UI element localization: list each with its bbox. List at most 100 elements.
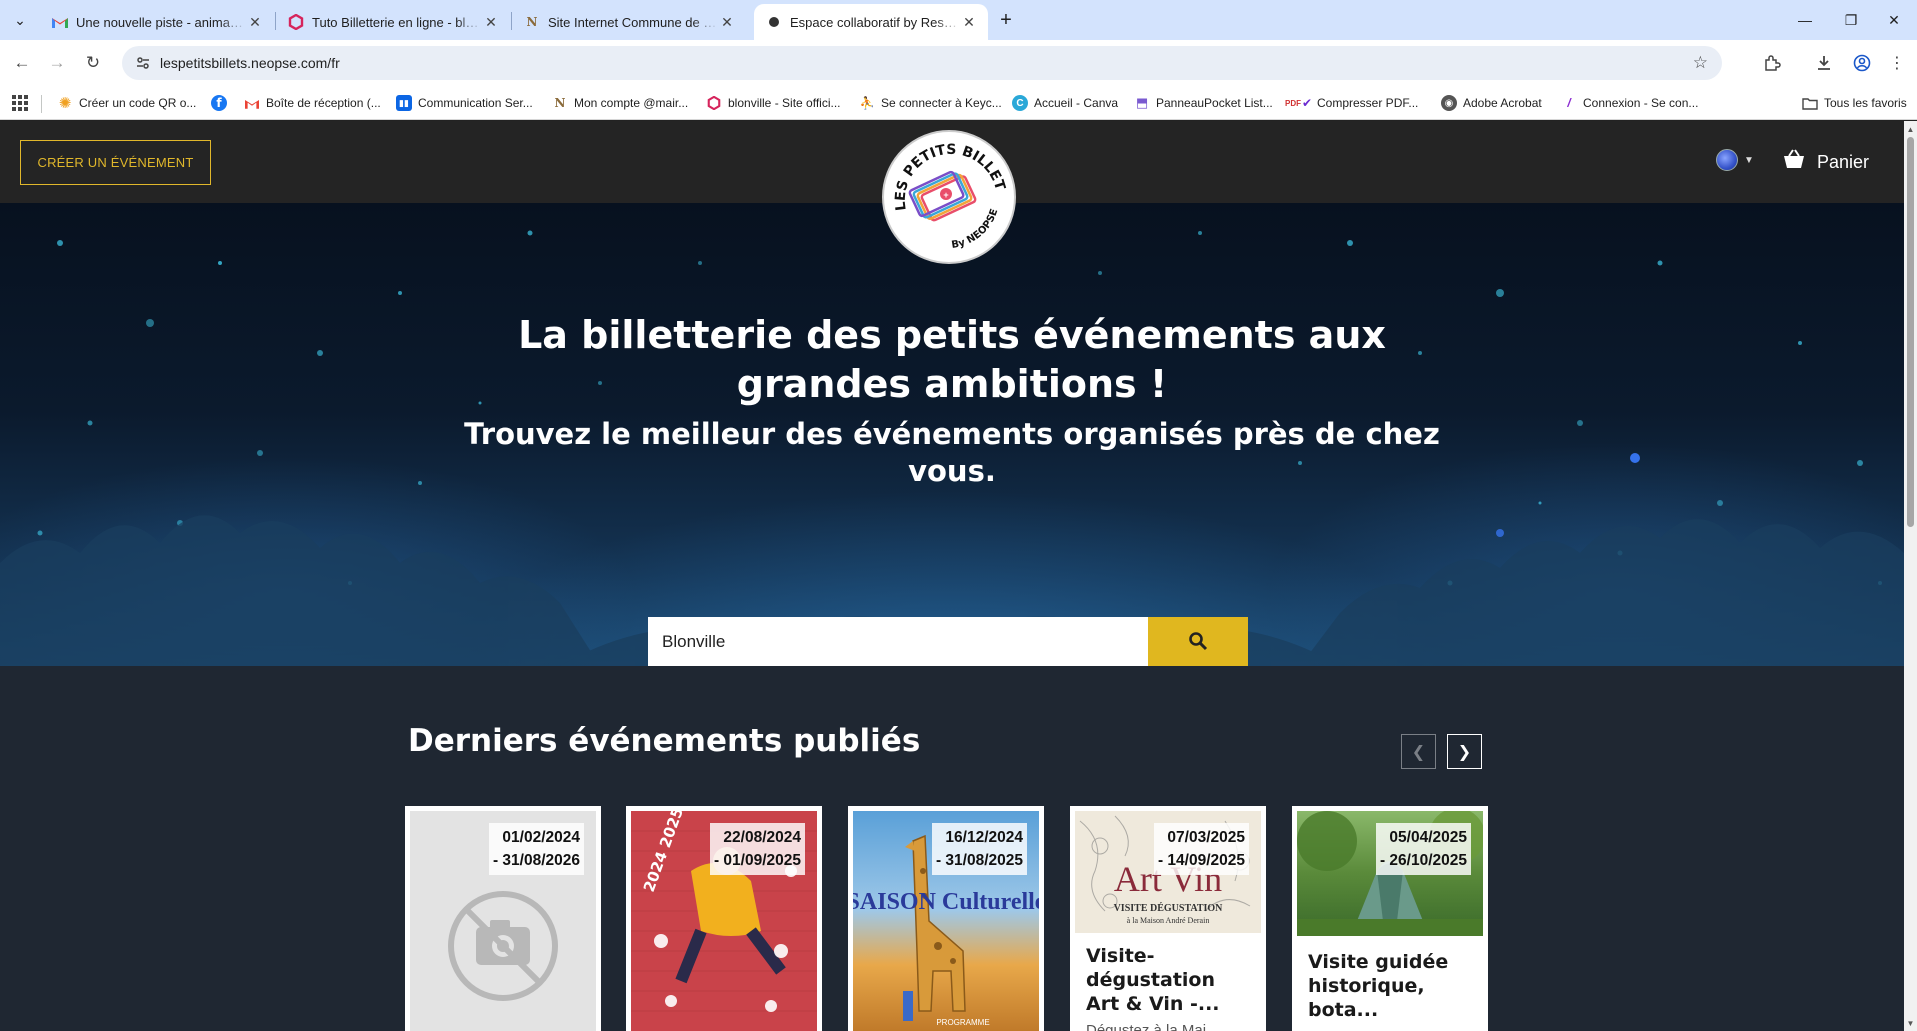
facebook-icon: f xyxy=(211,95,227,111)
event-description: Dégustez à la Mai... xyxy=(1086,1022,1219,1031)
close-icon[interactable]: ✕ xyxy=(482,13,500,31)
event-date-end: - 14/09/2025 xyxy=(1157,852,1245,869)
event-card[interactable]: 2024 2025 22/08/2024 - 01/09/2025 xyxy=(626,806,822,1031)
gmail-icon xyxy=(244,95,260,111)
hero-title: La billetterie des petits événements aux… xyxy=(518,313,1386,406)
notion-icon: N xyxy=(526,15,538,29)
search-bar xyxy=(648,617,1248,666)
slash-icon: / xyxy=(1567,96,1571,110)
cart-label: Panier xyxy=(1817,151,1870,172)
event-card[interactable]: 01/02/2024 - 31/08/2026 xyxy=(405,806,601,1031)
bookmark-qr-code[interactable]: ✺ Créer un code QR o... xyxy=(57,86,197,120)
tab-tuto-billetterie[interactable]: Tuto Billetterie en ligne - blonv ✕ xyxy=(276,4,510,40)
check-icon: ✔ xyxy=(1301,96,1313,110)
event-date-start: 01/02/2024 xyxy=(502,829,580,846)
hexagon-icon xyxy=(288,14,304,30)
reload-icon[interactable]: ↻ xyxy=(80,50,106,76)
carousel-next-button[interactable]: ❯ xyxy=(1447,734,1482,769)
bookmark-label: Compresser PDF... xyxy=(1317,96,1419,110)
bookmark-mon-compte[interactable]: N Mon compte @mair... xyxy=(552,86,689,120)
search-icon xyxy=(1188,631,1208,654)
extensions-icon[interactable] xyxy=(1759,50,1785,76)
bookmark-adobe-acrobat[interactable]: ◉ Adobe Acrobat xyxy=(1441,86,1542,120)
language-selector[interactable]: ▼ xyxy=(1716,149,1754,171)
menu-kebab-icon[interactable]: ⋮ xyxy=(1884,50,1910,76)
bookmarks-bar: ✺ Créer un code QR o... f Boîte de récep… xyxy=(0,86,1917,120)
bookmark-label: Tous les favoris xyxy=(1824,96,1907,110)
carousel-prev-button[interactable]: ❮ xyxy=(1401,734,1436,769)
bookmark-compresser-pdf[interactable]: PDF ✔ Compresser PDF... xyxy=(1285,86,1419,120)
bookmark-facebook[interactable]: f xyxy=(211,86,233,120)
search-input[interactable] xyxy=(648,617,1148,666)
bookmark-label: Boîte de réception (... xyxy=(266,96,381,110)
restore-button[interactable]: ❐ xyxy=(1828,0,1874,40)
bookmark-panneaupocket[interactable]: ⬒ PanneauPocket List... xyxy=(1134,86,1273,120)
scroll-down-arrow-icon[interactable]: ▼ xyxy=(1904,1017,1917,1029)
caret-down-icon: ▼ xyxy=(1744,154,1754,166)
latest-events-section: Derniers événements publiés ❮ ❯ 01/02/20… xyxy=(0,666,1904,1031)
new-tab-button[interactable]: + xyxy=(994,8,1018,32)
close-window-button[interactable]: ✕ xyxy=(1871,0,1917,40)
cart-link[interactable]: Panier xyxy=(1783,143,1869,181)
site-info-icon[interactable] xyxy=(128,46,158,80)
event-image-placeholder: 01/02/2024 - 31/08/2026 xyxy=(410,811,596,1031)
hexagon-icon xyxy=(706,95,722,111)
tab-site-internet[interactable]: N Site Internet Commune de Blon ✕ xyxy=(512,4,746,40)
tab-title: Espace collaboratif by Reseau d xyxy=(790,14,960,30)
bookmark-label: PanneauPocket List... xyxy=(1156,96,1273,110)
minimize-button[interactable]: — xyxy=(1782,0,1828,40)
all-bookmarks[interactable]: Tous les favoris xyxy=(1802,86,1907,120)
download-icon[interactable] xyxy=(1811,50,1837,76)
bookmark-gmail-inbox[interactable]: Boîte de réception (... xyxy=(244,86,381,120)
section-title: Derniers événements publiés xyxy=(408,723,921,759)
bookmark-communication[interactable]: ▮▮ Communication Ser... xyxy=(396,86,533,120)
event-date-start: 16/12/2024 xyxy=(945,829,1023,846)
hero-section: La billetterie des petits événements aux… xyxy=(0,203,1904,666)
create-event-button[interactable]: CRÉER UN ÉVÉNEMENT xyxy=(20,140,211,185)
address-bar[interactable]: lespetitsbillets.neopse.com/fr ☆ xyxy=(122,46,1722,80)
bookmark-connexion[interactable]: / Connexion - Se con... xyxy=(1561,86,1698,120)
bookmark-label: Se connecter à Keyc... xyxy=(881,96,1002,110)
svg-text:SAISON Culturelle: SAISON Culturelle xyxy=(853,889,1039,915)
apps-grid-icon[interactable] xyxy=(12,95,28,111)
gmail-icon xyxy=(52,14,68,30)
profile-icon[interactable] xyxy=(1849,50,1875,76)
back-icon[interactable]: ← xyxy=(9,50,35,76)
event-date-badge: 22/08/2024 - 01/09/2025 xyxy=(709,823,805,875)
trello-icon: ▮▮ xyxy=(396,95,412,111)
event-image-art-vin: Art Vin VISITE DÉGUSTATION à la Maison A… xyxy=(1075,811,1261,933)
event-card[interactable]: Art Vin VISITE DÉGUSTATION à la Maison A… xyxy=(1070,806,1266,1031)
bookmark-star-icon[interactable]: ☆ xyxy=(1693,53,1708,73)
tab-search-chevron-icon[interactable]: ⌄ xyxy=(8,8,32,32)
folder-icon xyxy=(1802,95,1818,111)
canva-icon: C xyxy=(1012,95,1028,111)
site-logo[interactable]: LES PETITS BILLETS By NEOPSE + xyxy=(879,121,1016,264)
chevron-right-icon: ❯ xyxy=(1457,743,1472,761)
web-page: CRÉER UN ÉVÉNEMENT ▼ Panier LES PETITS B… xyxy=(0,121,1904,1031)
bookmark-label: Mon compte @mair... xyxy=(574,96,689,110)
close-icon[interactable]: ✕ xyxy=(246,13,264,31)
bookmark-canva[interactable]: C Accueil - Canva xyxy=(1012,86,1118,120)
page-scrollbar[interactable]: ▲ ▼ xyxy=(1904,121,1917,1031)
close-icon[interactable]: ✕ xyxy=(960,13,978,31)
scrollbar-thumb[interactable] xyxy=(1907,137,1914,527)
bookmark-keycloak[interactable]: ⛹ Se connecter à Keyc... xyxy=(859,86,1002,120)
event-date-badge: 01/02/2024 - 31/08/2026 xyxy=(488,823,584,875)
bookmark-blonville[interactable]: blonville - Site offici... xyxy=(706,86,841,120)
forward-icon[interactable]: → xyxy=(44,50,70,76)
svg-text:PROGRAMME: PROGRAMME xyxy=(936,1018,989,1027)
tab-espace-collaboratif[interactable]: Espace collaboratif by Reseau d ✕ xyxy=(754,4,988,40)
event-card[interactable]: 05/04/2025 - 26/10/2025 Visite guidée hi… xyxy=(1292,806,1488,1031)
tab-gmail[interactable]: Une nouvelle piste - animation ✕ xyxy=(40,4,274,40)
event-date-badge: 07/03/2025 - 14/09/2025 xyxy=(1153,823,1249,875)
svg-text:+: + xyxy=(943,190,948,200)
search-button[interactable] xyxy=(1148,617,1248,666)
svg-text:2024 2025: 2024 2025 xyxy=(640,811,687,894)
event-card[interactable]: SAISON Culturelle PROGRAMME 16/12/2024 -… xyxy=(848,806,1044,1031)
event-date-start: 07/03/2025 xyxy=(1167,829,1245,846)
bookmark-separator xyxy=(41,95,42,113)
basket-icon xyxy=(1783,149,1805,175)
scroll-up-arrow-icon[interactable]: ▲ xyxy=(1904,123,1917,135)
close-icon[interactable]: ✕ xyxy=(718,13,736,31)
event-image-giraffe: SAISON Culturelle PROGRAMME 16/12/2024 -… xyxy=(853,811,1039,1031)
